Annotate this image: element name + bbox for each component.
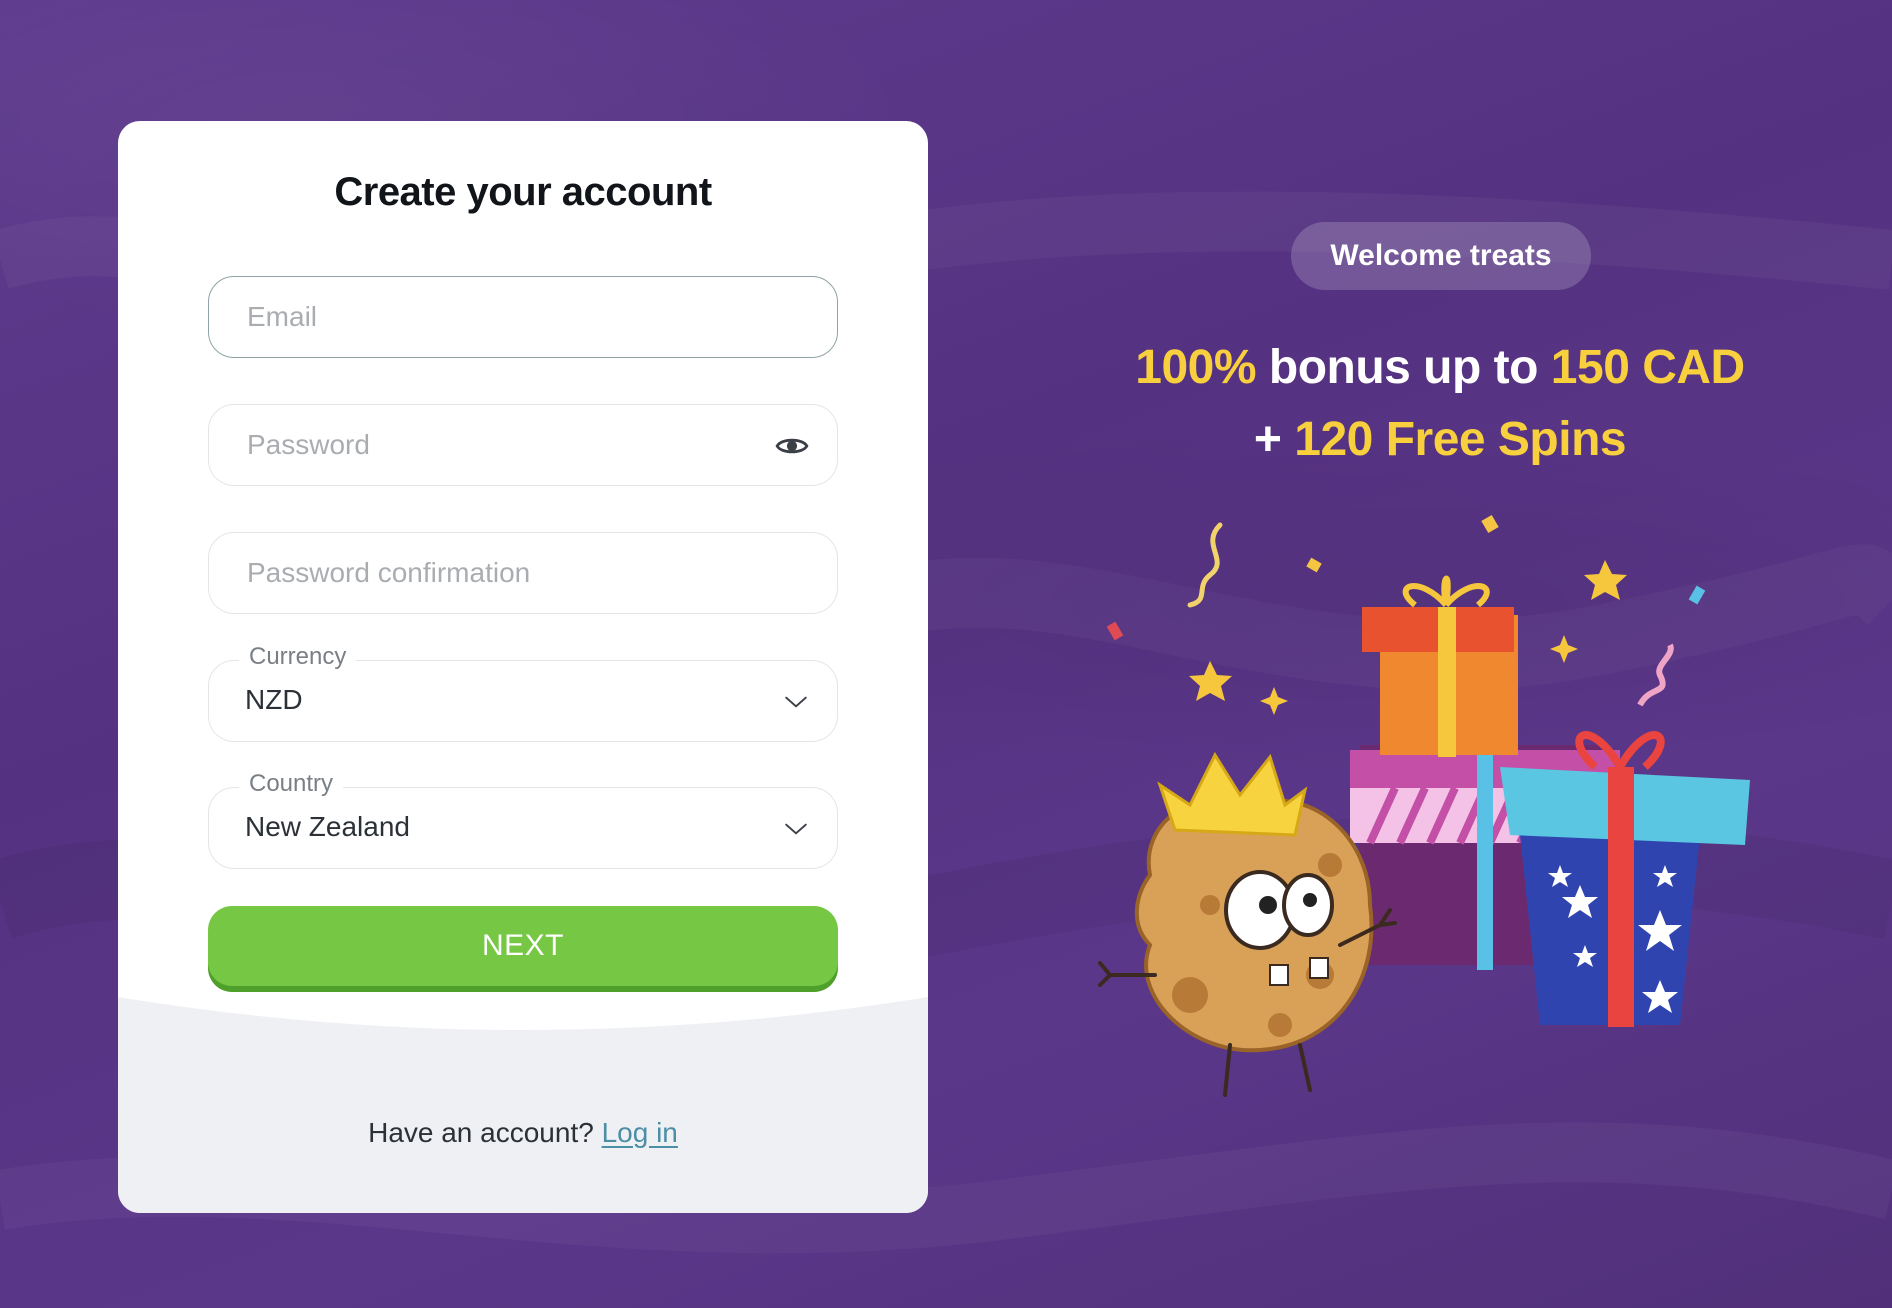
login-prompt: Have an account? Log in	[118, 1117, 928, 1149]
gift-box-icon	[1362, 575, 1518, 757]
streamer-icon	[1187, 522, 1223, 608]
confetti-icon	[1481, 514, 1499, 534]
email-input[interactable]	[247, 277, 767, 357]
signup-card: Create your account Currency NZD Country…	[118, 121, 928, 1213]
next-button[interactable]: NEXT	[208, 906, 838, 986]
sparkle-icon	[1550, 635, 1578, 663]
login-prompt-text: Have an account?	[368, 1117, 594, 1148]
email-field-wrapper	[208, 276, 838, 358]
chevron-down-icon	[785, 823, 807, 835]
currency-label: Currency	[239, 643, 357, 671]
eye-icon[interactable]	[775, 429, 809, 463]
confetti-icon	[1306, 557, 1322, 573]
country-label: Country	[239, 770, 344, 798]
password-confirmation-input[interactable]	[247, 533, 767, 613]
free-spins-text: 120 Free Spins	[1294, 413, 1627, 466]
login-link[interactable]: Log in	[602, 1117, 678, 1148]
country-select[interactable]: Country New Zealand	[208, 770, 838, 869]
star-icon	[1584, 560, 1627, 600]
sparkle-icon	[1260, 687, 1288, 715]
gift-box-icon	[1500, 643, 1750, 1027]
password-field-wrapper	[208, 404, 838, 486]
bonus-text: bonus up to	[1256, 341, 1551, 394]
currency-select[interactable]: Currency NZD	[208, 643, 838, 742]
bonus-percent: 100%	[1135, 341, 1257, 394]
currency-value: NZD	[245, 684, 303, 715]
chevron-down-icon	[785, 696, 807, 708]
footer-curve	[118, 997, 928, 1035]
confetti-icon	[1106, 621, 1124, 641]
page-title: Create your account	[334, 170, 712, 214]
password-input[interactable]	[247, 405, 767, 485]
plus-sign: +	[1253, 413, 1295, 466]
country-value: New Zealand	[245, 811, 410, 842]
star-icon	[1189, 661, 1232, 701]
card-footer: Have an account? Log in	[118, 997, 928, 1213]
cookie-gifts-illustration	[1098, 514, 1750, 1097]
confetti-icon	[1688, 585, 1706, 605]
bonus-headline: 100% bonus up to 150 CAD	[1040, 340, 1840, 395]
welcome-badge: Welcome treats	[1291, 222, 1591, 290]
bonus-amount: 150 CAD	[1550, 341, 1745, 394]
free-spins-headline: + 120 Free Spins	[1040, 412, 1840, 467]
password-confirmation-field-wrapper	[208, 532, 838, 614]
